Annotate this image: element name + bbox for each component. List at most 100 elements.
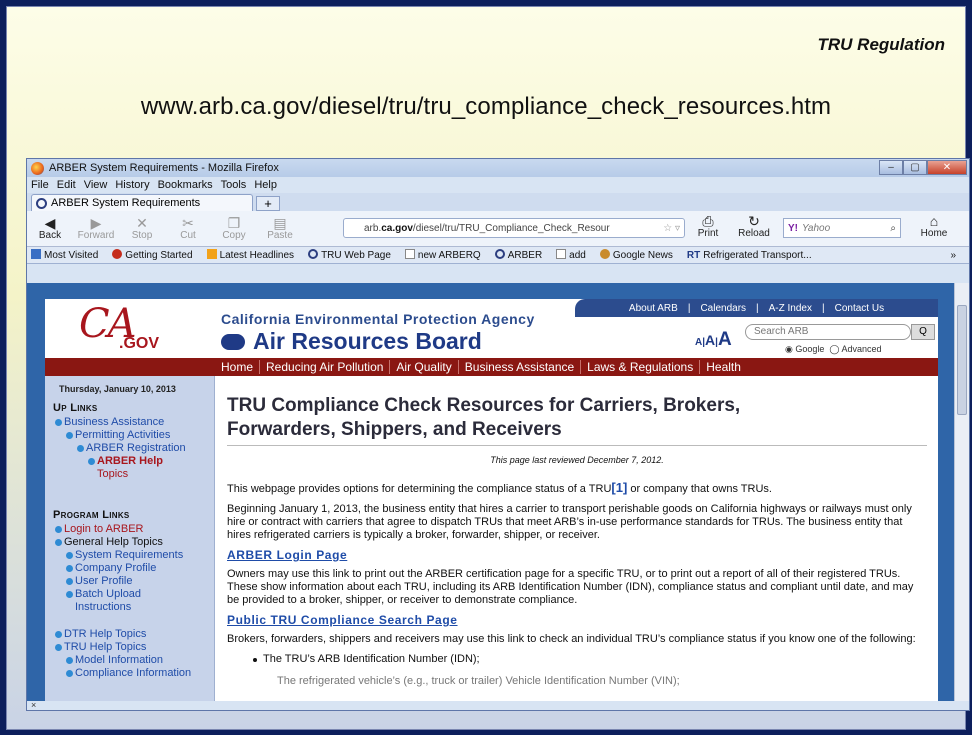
sidebar-link-user-profile[interactable]: User Profile — [66, 575, 214, 588]
printer-icon: ⎙ — [702, 213, 714, 229]
forward-label: Forward — [77, 230, 115, 241]
sidebar-link-permitting-activities[interactable]: Permitting Activities — [66, 429, 214, 442]
search-arb-button[interactable]: Q — [911, 324, 935, 340]
page-title-line1: TRU Compliance Check Resources for Carri… — [227, 395, 741, 416]
minimize-button[interactable]: – — [879, 160, 903, 175]
close-findbar-icon[interactable]: × — [31, 700, 36, 710]
stop-button[interactable]: ✕ Stop — [119, 216, 165, 241]
scrollbar-thumb[interactable] — [957, 305, 967, 415]
search-box[interactable]: Y! Yahoo ⌕ — [783, 218, 901, 238]
sidebar-link-dtr-help[interactable]: DTR Help Topics — [55, 628, 214, 641]
url-prefix: arb. — [364, 222, 382, 234]
url-path: /diesel/tru/TRU_Compliance_Check_Resour — [412, 222, 610, 234]
menu-file[interactable]: File — [31, 179, 49, 191]
sidebar-link-login-arber[interactable]: Login to ARBER — [55, 523, 214, 536]
nav-laws-regulations[interactable]: Laws & Regulations — [580, 360, 699, 374]
status-bar: × — [27, 700, 969, 710]
bookmark-label: add — [569, 250, 586, 261]
footnote-link[interactable]: [1] — [611, 480, 627, 495]
blank-page-icon — [404, 249, 415, 259]
sidebar-link-batch-upload-continued[interactable]: Instructions — [75, 601, 214, 614]
bookmark-refrigerated-transport[interactable]: RT Refrigerated Transport... — [687, 250, 819, 261]
menu-view[interactable]: View — [84, 179, 108, 191]
intro-text: This webpage provides options for determ… — [227, 483, 612, 495]
bookmark-star-icon[interactable]: ☆ ▿ — [663, 223, 680, 234]
nav-home[interactable]: Home — [215, 360, 259, 374]
vertical-scrollbar[interactable] — [954, 283, 969, 703]
sidebar-link-general-help[interactable]: General Help Topics — [55, 536, 214, 549]
browser-window: ARBER System Requirements - Mozilla Fire… — [26, 158, 970, 711]
menu-tools[interactable]: Tools — [221, 179, 247, 191]
sidebar-link-model-information[interactable]: Model Information — [66, 654, 214, 667]
nav-business-assistance[interactable]: Business Assistance — [457, 360, 580, 374]
sidebar-link-business-assistance[interactable]: Business Assistance — [55, 416, 214, 429]
slide-title: TRU Regulation — [817, 35, 946, 54]
new-tab-button[interactable]: + — [256, 196, 280, 211]
bookmark-tru-web-page[interactable]: TRU Web Page — [308, 249, 398, 261]
menu-bookmarks[interactable]: Bookmarks — [158, 179, 213, 191]
arb-logo-icon — [221, 333, 245, 350]
scissors-icon: ✂ — [182, 215, 194, 231]
paste-button[interactable]: ▤ Paste — [257, 216, 303, 241]
bookmark-getting-started[interactable]: Getting Started — [112, 249, 199, 261]
bookmark-most-visited[interactable]: Most Visited — [31, 249, 105, 261]
sidebar-link-company-profile[interactable]: Company Profile — [66, 562, 214, 575]
radio-advanced[interactable]: ◯ Advanced — [829, 344, 881, 354]
sidebar-link-compliance-information[interactable]: Compliance Information — [66, 667, 214, 680]
agency-name[interactable]: California Environmental Protection Agen… — [221, 311, 535, 327]
up-links-heading: Up Links — [53, 402, 98, 414]
sidebar-link-tru-help[interactable]: TRU Help Topics — [55, 641, 214, 654]
calendars-link[interactable]: Calendars — [700, 303, 746, 314]
forward-button[interactable]: ▶ Forward — [73, 216, 119, 241]
bookmarks-toolbar: Most Visited Getting Started Latest Head… — [27, 247, 969, 264]
print-button[interactable]: ⎙ Print — [685, 214, 731, 239]
az-index-link[interactable]: A-Z Index — [769, 303, 812, 314]
close-button[interactable]: ✕ — [927, 160, 967, 175]
cut-button[interactable]: ✂ Cut — [165, 216, 211, 241]
left-sidebar: Thursday, January 10, 2013 Up Links Busi… — [45, 376, 215, 703]
bookmark-new-arberq[interactable]: new ARBERQ — [404, 249, 488, 261]
contact-us-link[interactable]: Contact Us — [835, 303, 884, 314]
font-large-button[interactable]: A — [718, 329, 732, 350]
search-description: Brokers, forwarders, shippers and receiv… — [227, 633, 916, 645]
bookmark-latest-headlines[interactable]: Latest Headlines — [206, 249, 302, 261]
bookmarks-overflow-chevron-icon[interactable]: » — [950, 250, 956, 261]
sidebar-link-system-requirements[interactable]: System Requirements — [66, 549, 214, 562]
site-favicon-icon — [36, 197, 47, 209]
menu-history[interactable]: History — [115, 179, 149, 191]
sidebar-link-arber-registration[interactable]: ARBER Registration — [77, 442, 214, 455]
arb-logo[interactable]: Air Resources Board — [221, 328, 482, 355]
search-engine-name: Yahoo — [802, 222, 831, 234]
site-header: CA .GOV California Environmental Protect… — [45, 299, 938, 358]
menu-edit[interactable]: Edit — [57, 179, 76, 191]
bookmark-google-news[interactable]: Google News — [599, 249, 680, 261]
address-bar[interactable]: arb. ca.gov/diesel/tru/TRU_Compliance_Che… — [343, 218, 685, 238]
bookmark-label: Refrigerated Transport... — [703, 249, 812, 261]
sidebar-current-arber-help-topics[interactable]: ARBER Help — [88, 455, 214, 468]
menu-bar: File Edit View History Bookmarks Tools H… — [27, 177, 969, 193]
bookmark-add[interactable]: add — [556, 249, 593, 261]
bookmark-arber[interactable]: ARBER — [494, 249, 549, 261]
font-medium-button[interactable]: A — [705, 332, 715, 348]
site-favicon-icon — [308, 249, 319, 259]
copy-label: Copy — [222, 230, 246, 241]
back-arrow-icon: ◀ — [44, 215, 56, 231]
nav-air-quality[interactable]: Air Quality — [389, 360, 457, 374]
nav-health[interactable]: Health — [699, 360, 747, 374]
tab-arber-system-requirements[interactable]: ARBER System Requirements — [31, 194, 253, 211]
search-icon[interactable]: ⌕ — [890, 223, 896, 234]
radio-google[interactable]: ◉ Google — [785, 344, 824, 354]
arber-login-link[interactable]: ARBER Login Page — [227, 549, 927, 562]
copy-button[interactable]: ❐ Copy — [211, 216, 257, 241]
back-button[interactable]: ◀ Back — [27, 216, 73, 241]
menu-help[interactable]: Help — [254, 179, 277, 191]
nav-reducing-air-pollution[interactable]: Reducing Air Pollution — [259, 360, 389, 374]
reload-button[interactable]: ↻ Reload — [731, 214, 777, 239]
public-search-link[interactable]: Public TRU Compliance Search Page — [227, 614, 927, 627]
home-button[interactable]: ⌂ Home — [911, 214, 957, 239]
sidebar-link-batch-upload[interactable]: Batch Upload — [66, 588, 214, 601]
radio-google-label: Google — [795, 344, 825, 354]
maximize-button[interactable]: ▢ — [903, 160, 927, 175]
search-arb-input[interactable]: Search ARB — [745, 324, 911, 340]
about-arb-link[interactable]: About ARB — [629, 303, 678, 314]
